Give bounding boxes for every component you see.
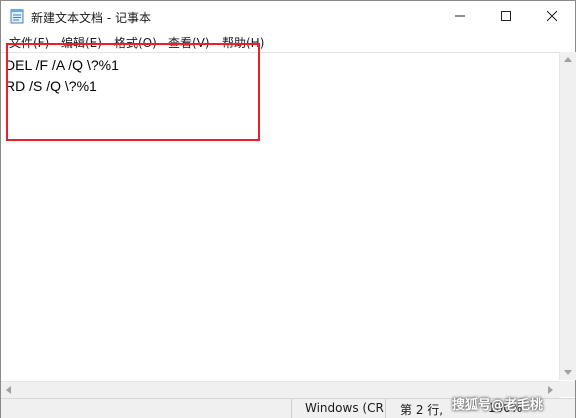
watermark-text: 搜狐号@老毛桃 (452, 398, 544, 413)
scroll-up-arrow-icon[interactable] (564, 57, 572, 62)
vertical-scrollbar[interactable] (559, 52, 576, 380)
highlight-annotation-box (6, 43, 260, 141)
scrollbar-corner (559, 381, 575, 397)
status-separator (291, 399, 292, 418)
minimize-icon (455, 15, 465, 17)
window-title: 新建文本文档 - 记事本 (31, 11, 151, 25)
scroll-left-arrow-icon[interactable] (6, 386, 11, 394)
status-line-ending: Windows (CR (305, 401, 384, 415)
close-button[interactable] (529, 1, 575, 31)
close-icon (547, 11, 557, 21)
status-cursor-position: 第 2 行, (400, 403, 444, 417)
minimize-button[interactable] (437, 1, 483, 31)
scroll-down-arrow-icon[interactable] (564, 370, 572, 375)
maximize-button[interactable] (483, 1, 529, 31)
title-bar[interactable]: 新建文本文档 - 记事本 (1, 1, 575, 31)
maximize-icon (501, 11, 511, 21)
notepad-window: 新建文本文档 - 记事本 文件(F) 编辑(E) 格式(O) 查看(V) 帮助(… (0, 0, 576, 418)
notepad-icon (10, 9, 24, 24)
status-separator (385, 399, 386, 418)
scroll-right-arrow-icon[interactable] (548, 386, 553, 394)
